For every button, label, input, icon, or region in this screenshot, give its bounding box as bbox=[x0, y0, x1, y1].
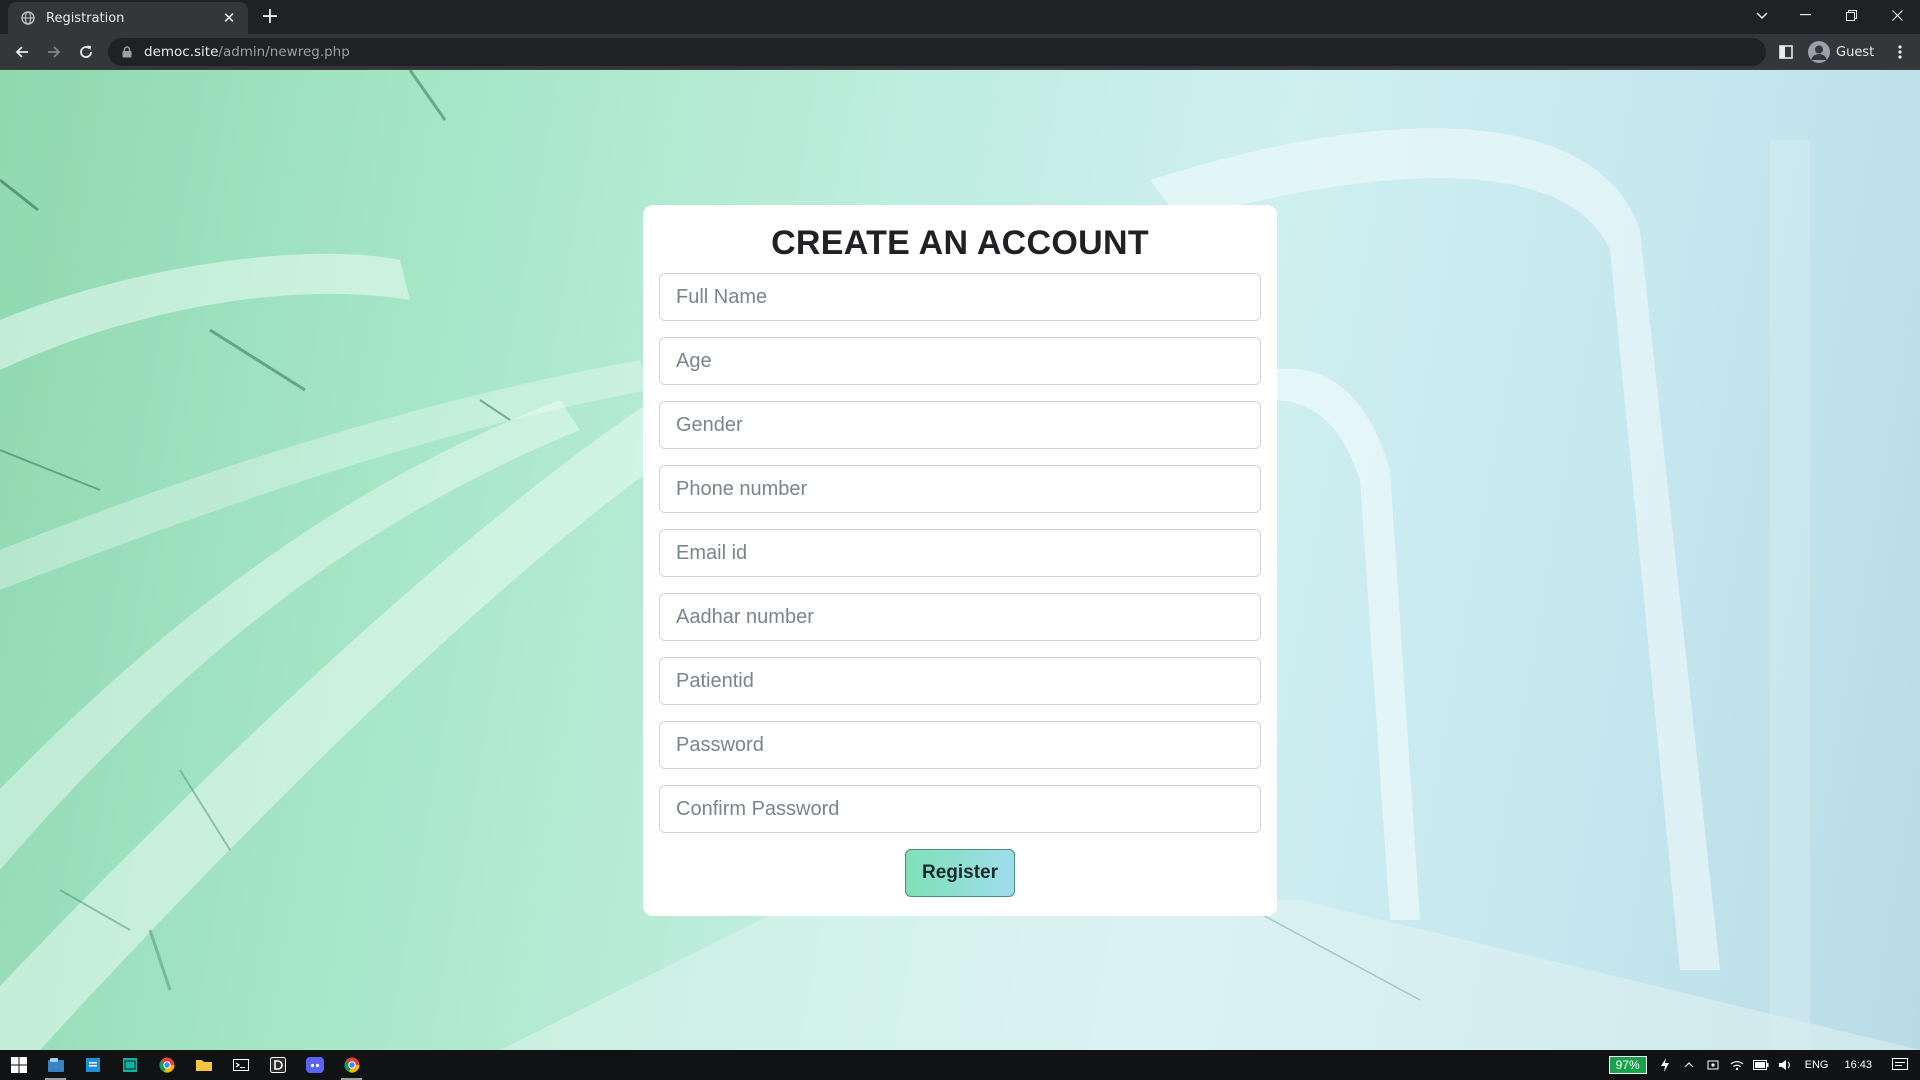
system-tray: 97% ENG 16:43 bbox=[1608, 1050, 1920, 1080]
chevron-up-icon[interactable] bbox=[1677, 1050, 1701, 1080]
wifi-icon[interactable] bbox=[1725, 1050, 1749, 1080]
page-title: CREATE AN ACCOUNT bbox=[771, 224, 1149, 262]
url-text: democ.site/admin/newreg.php bbox=[144, 44, 350, 60]
tab-title: Registration bbox=[46, 10, 125, 26]
forward-button[interactable] bbox=[40, 38, 68, 66]
language-indicator[interactable]: ENG bbox=[1797, 1059, 1837, 1071]
browser-toolbar: democ.site/admin/newreg.php Guest bbox=[0, 34, 1920, 70]
profile-button[interactable]: Guest bbox=[1804, 39, 1886, 65]
folder-icon[interactable] bbox=[185, 1050, 222, 1080]
tab-search-button[interactable] bbox=[1748, 4, 1776, 28]
phone-number-input[interactable] bbox=[659, 465, 1261, 513]
back-arrow-icon bbox=[15, 46, 28, 58]
minimize-icon bbox=[1799, 14, 1811, 16]
forward-arrow-icon bbox=[48, 46, 61, 58]
side-panel-icon bbox=[1779, 45, 1793, 59]
age-input[interactable] bbox=[659, 337, 1261, 385]
kebab-menu-icon bbox=[1898, 45, 1902, 59]
restore-button[interactable] bbox=[1828, 0, 1874, 30]
side-panel-button[interactable] bbox=[1774, 40, 1798, 64]
reload-icon bbox=[80, 45, 92, 58]
minimize-button[interactable] bbox=[1782, 0, 1828, 30]
battery-percent-badge[interactable]: 97% bbox=[1608, 1056, 1647, 1074]
back-button[interactable] bbox=[8, 38, 36, 66]
close-tab-icon[interactable]: ✕ bbox=[220, 9, 238, 27]
full-name-input[interactable] bbox=[659, 273, 1261, 321]
charging-icon bbox=[1653, 1050, 1677, 1080]
patientid-input[interactable] bbox=[659, 657, 1261, 705]
lock-icon[interactable] bbox=[120, 45, 134, 59]
discord-icon[interactable] bbox=[296, 1050, 333, 1080]
page-viewport: CREATE AN ACCOUNT Register bbox=[0, 70, 1920, 1050]
clock-time[interactable]: 16:43 bbox=[1836, 1059, 1880, 1071]
registration-card: CREATE AN ACCOUNT Register bbox=[643, 205, 1277, 916]
chevron-down-icon bbox=[1756, 12, 1768, 20]
file-explorer-icon[interactable] bbox=[37, 1050, 74, 1080]
register-button[interactable]: Register bbox=[905, 849, 1015, 897]
browser-menu-button[interactable] bbox=[1888, 40, 1912, 64]
address-bar[interactable]: democ.site/admin/newreg.php bbox=[108, 38, 1766, 66]
battery-icon[interactable] bbox=[1749, 1050, 1773, 1080]
aadhar-number-input[interactable] bbox=[659, 593, 1261, 641]
terminal-icon[interactable] bbox=[222, 1050, 259, 1080]
email-input[interactable] bbox=[659, 529, 1261, 577]
registration-form: Register bbox=[659, 273, 1261, 897]
sheets-icon[interactable] bbox=[111, 1050, 148, 1080]
notifications-icon[interactable] bbox=[1880, 1050, 1920, 1080]
tab-registration[interactable]: Registration ✕ bbox=[8, 2, 248, 34]
window-controls bbox=[1782, 0, 1920, 30]
d-app-icon[interactable] bbox=[259, 1050, 296, 1080]
new-tab-button[interactable]: + bbox=[258, 6, 282, 30]
profile-label: Guest bbox=[1836, 44, 1875, 60]
notes-icon[interactable] bbox=[74, 1050, 111, 1080]
reload-button[interactable] bbox=[72, 38, 100, 66]
windows-taskbar: 97% ENG 16:43 bbox=[0, 1050, 1920, 1080]
password-input[interactable] bbox=[659, 721, 1261, 769]
chrome-active-icon[interactable] bbox=[333, 1050, 370, 1080]
url-host: democ.site bbox=[144, 44, 219, 60]
globe-icon bbox=[20, 10, 36, 26]
confirm-password-input[interactable] bbox=[659, 785, 1261, 833]
register-button-wrap: Register bbox=[659, 849, 1261, 897]
meet-icon[interactable] bbox=[1701, 1050, 1725, 1080]
gender-input[interactable] bbox=[659, 401, 1261, 449]
chrome-icon[interactable] bbox=[148, 1050, 185, 1080]
close-icon bbox=[1891, 9, 1903, 21]
windows-start-icon[interactable] bbox=[0, 1050, 37, 1080]
close-window-button[interactable] bbox=[1874, 0, 1920, 30]
volume-icon[interactable] bbox=[1773, 1050, 1797, 1080]
browser-tab-strip: Registration ✕ + bbox=[0, 0, 1920, 34]
url-path: /admin/newreg.php bbox=[218, 44, 350, 60]
avatar-icon bbox=[1808, 41, 1830, 63]
restore-icon bbox=[1845, 9, 1857, 21]
